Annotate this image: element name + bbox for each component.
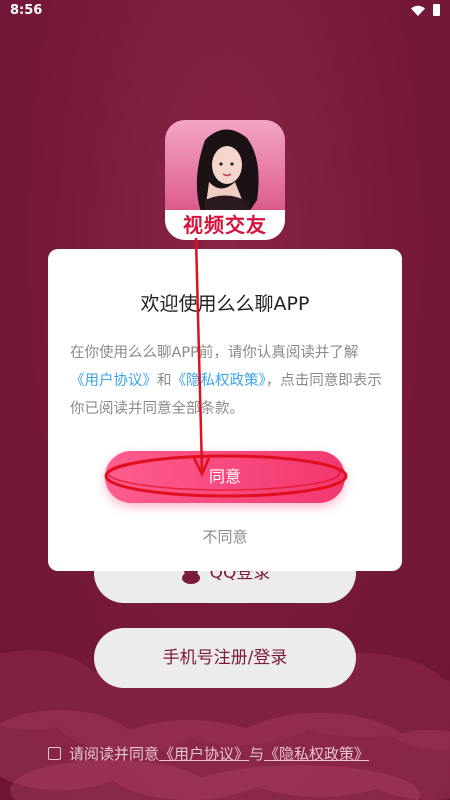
- agreement-footer: 请阅读并同意 《用户协议》 与 《隐私权政策》: [48, 742, 428, 764]
- footer-user-agreement-link[interactable]: 《用户协议》: [159, 743, 249, 764]
- wifi-icon: [411, 5, 425, 16]
- battery-icon: [433, 4, 440, 16]
- agree-button[interactable]: 同意: [105, 451, 345, 503]
- status-time: 8:56: [10, 3, 43, 18]
- dialog-body: 在你使用么么聊APP前，请你认真阅读并了解《用户协议》和《隐私权政策》，点击同意…: [70, 339, 384, 423]
- dialog-title: 欢迎使用么么聊APP: [140, 293, 310, 315]
- disagree-button[interactable]: 不同意: [48, 526, 402, 550]
- privacy-dialog: 欢迎使用么么聊APP 在你使用么么聊APP前，请你认真阅读并了解《用户协议》和《…: [48, 249, 402, 571]
- dialog-body-prefix: 在你使用么么聊APP前，请你认真阅读并了解: [70, 345, 359, 361]
- dialog-body-conjunction: 和: [157, 373, 172, 389]
- user-agreement-link[interactable]: 《用户协议》: [70, 373, 157, 389]
- agreement-conjunction: 与: [249, 744, 265, 763]
- app-logo: 视频交友: [165, 120, 285, 240]
- footer-privacy-policy-link[interactable]: 《隐私权政策》: [264, 743, 369, 764]
- status-bar: 8:56: [0, 0, 450, 22]
- checkbox-icon[interactable]: [48, 746, 61, 760]
- logo-text: 视频交友: [165, 210, 285, 240]
- status-icons: [411, 4, 440, 16]
- app-screen: 8:56 视频交友 QQ登录 手机号注册/登录 请阅读并同意 《用户协议》 与 …: [0, 0, 450, 800]
- phone-login-button[interactable]: 手机号注册/登录: [94, 628, 356, 688]
- agreement-prefix: 请阅读并同意: [69, 744, 160, 763]
- privacy-policy-link[interactable]: 《隐私权政策》: [172, 373, 266, 389]
